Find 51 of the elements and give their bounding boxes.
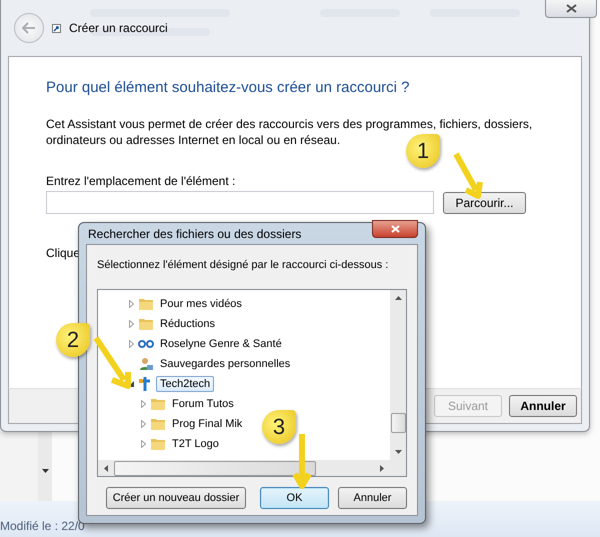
scroll-down-icon[interactable] <box>42 469 48 473</box>
window-title: Créer un raccourci <box>69 21 168 35</box>
scroll-down-icon[interactable] <box>394 450 402 454</box>
prompt-text: Sélectionnez l'élément désigné par le raccourci ci-dessous : <box>97 259 390 271</box>
close-button[interactable] <box>545 0 597 18</box>
folder-icon <box>138 296 154 312</box>
close-button[interactable] <box>372 220 418 238</box>
close-icon <box>566 4 576 13</box>
expand-arrow-icon[interactable] <box>128 300 134 308</box>
tree-item[interactable]: Roselyne Genre & Santé <box>156 336 286 352</box>
scroll-right-icon[interactable] <box>380 464 384 472</box>
pointer-arrow <box>292 432 312 490</box>
scroll-up-icon[interactable] <box>394 296 402 300</box>
folder-icon <box>150 416 166 432</box>
expand-arrow-icon[interactable] <box>128 320 134 328</box>
collapse-arrow-icon[interactable] <box>128 381 134 387</box>
ok-button[interactable]: OK <box>260 487 329 509</box>
tree-item[interactable]: T2T Logo <box>168 436 223 452</box>
tree-item[interactable]: Sauvegardes personnelles <box>156 356 294 372</box>
close-icon <box>390 224 400 232</box>
wizard-heading: Pour quel élément souhaitez-vous créer un raccourci ? <box>46 79 411 96</box>
tree-item[interactable]: Prog Final Mik <box>168 416 246 432</box>
cancel-button[interactable]: Annuler <box>338 487 407 509</box>
folder-icon <box>150 396 166 412</box>
location-field[interactable] <box>46 191 434 214</box>
expand-arrow-icon[interactable] <box>128 340 134 348</box>
vertical-scrollbar[interactable] <box>390 290 406 460</box>
person-icon <box>138 356 154 372</box>
expand-arrow-icon[interactable] <box>140 400 146 408</box>
expand-arrow-icon[interactable] <box>140 440 146 448</box>
scroll-left-icon[interactable] <box>104 464 108 472</box>
scroll-thumb[interactable] <box>114 460 316 476</box>
browse-button[interactable]: Parcourir... <box>443 192 526 214</box>
tree-item[interactable]: Pour mes vidéos <box>156 296 246 312</box>
pointer-arrow <box>452 150 486 200</box>
back-arrow-icon <box>22 22 36 34</box>
dialog-title: Rechercher des fichiers ou des dossiers <box>87 226 302 240</box>
cancel-button[interactable]: Annuler <box>509 395 577 417</box>
new-folder-button[interactable]: Créer un nouveau dossier <box>106 487 246 509</box>
horizontal-scrollbar[interactable] <box>98 460 390 476</box>
back-button[interactable] <box>14 13 44 43</box>
expand-arrow-icon[interactable] <box>140 420 146 428</box>
tree-item[interactable]: Forum Tutos <box>168 396 238 412</box>
scroll-thumb[interactable] <box>390 413 406 433</box>
tree-item[interactable]: Tech2tech <box>156 376 214 392</box>
folder-icon <box>150 436 166 452</box>
folder-icon <box>138 316 154 332</box>
tree-item[interactable]: Réductions <box>156 316 220 332</box>
vertical-scrollbar[interactable] <box>38 432 52 501</box>
field-label: Entrez l'emplacement de l'élément : <box>46 174 236 188</box>
shortcut-icon <box>52 24 61 32</box>
